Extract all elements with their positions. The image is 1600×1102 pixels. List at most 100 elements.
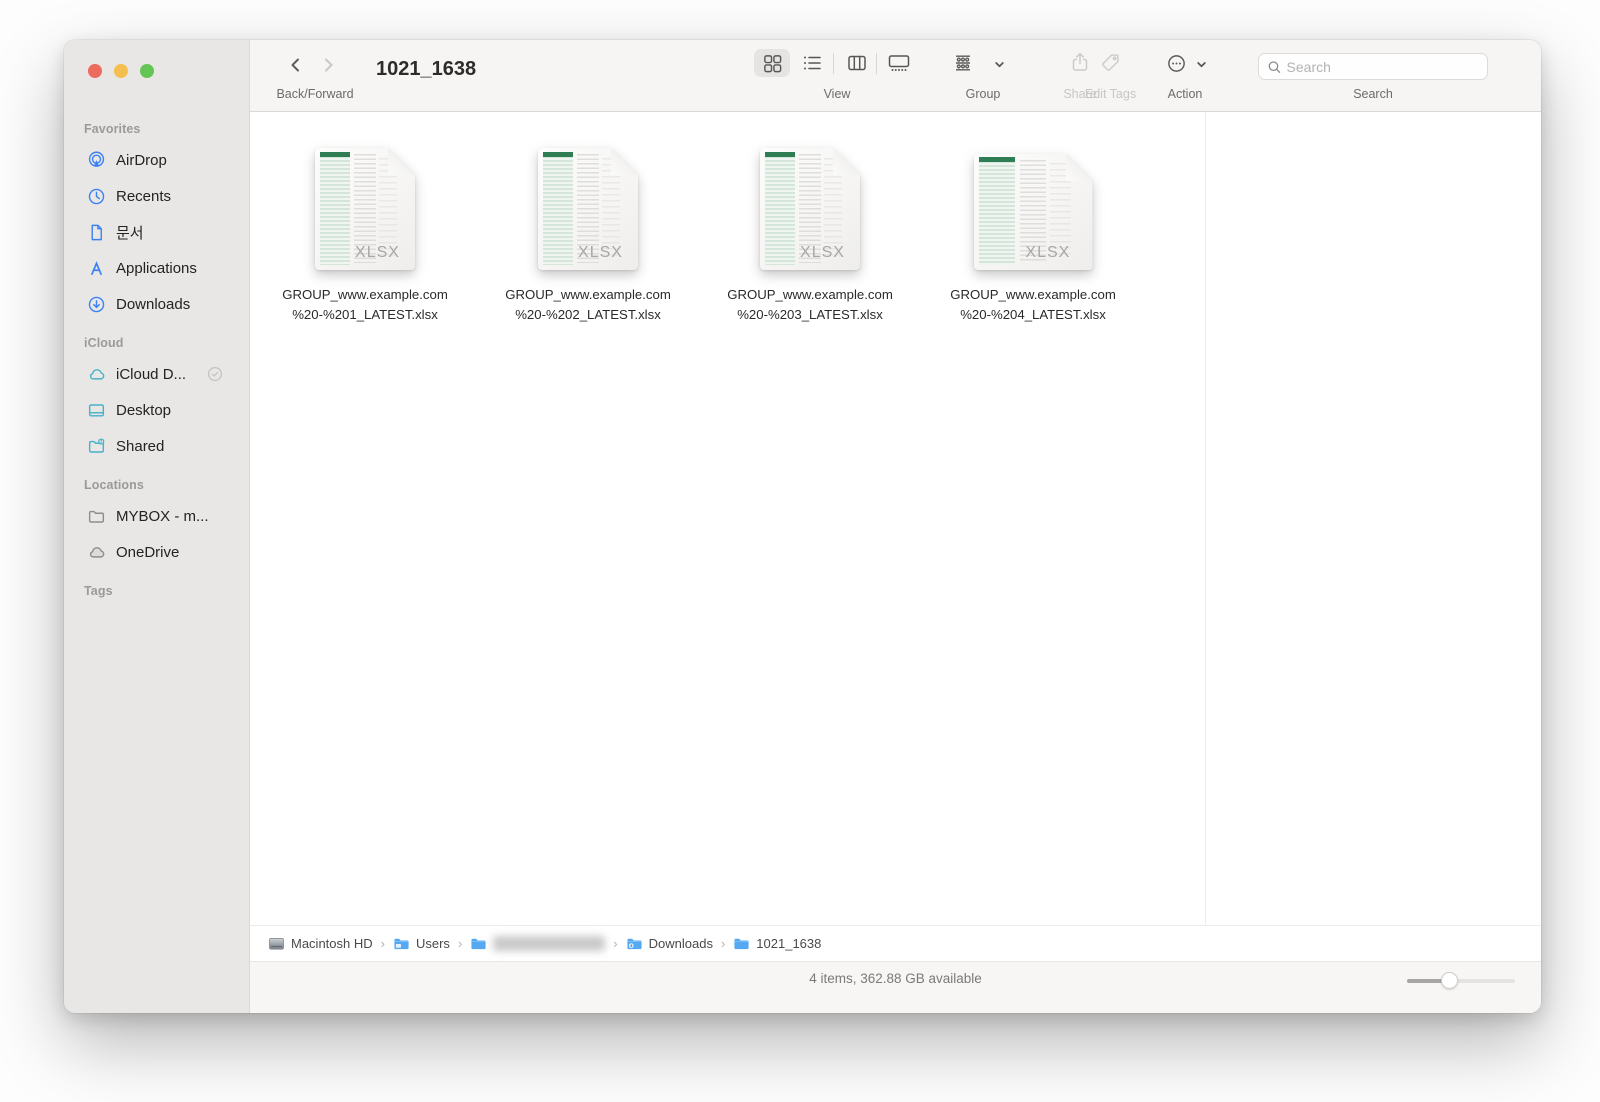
finder-window: Favorites AirDrop Recents (64, 40, 1541, 1013)
sidebar-section-locations: Locations (64, 464, 249, 498)
path-bar: Macintosh HD › Users › › (250, 925, 1541, 961)
document-icon (86, 222, 106, 242)
xlsx-file-icon: XLSX (760, 148, 860, 270)
zoom-button[interactable] (140, 64, 154, 78)
view-label: View (777, 87, 897, 101)
file-type-label: XLSX (566, 244, 635, 262)
page-fold (388, 148, 415, 175)
toolbar-divider (833, 53, 834, 74)
folder-icon (626, 935, 643, 952)
cloud-icon (86, 542, 106, 562)
page-fold (611, 148, 638, 175)
gallery-view-icon (886, 52, 912, 74)
path-separator: › (605, 936, 625, 951)
file-item[interactable]: XLSX GROUP_www.example.com%20-%201_LATES… (259, 143, 471, 324)
group-button[interactable] (951, 52, 975, 74)
ellipsis-circle-icon (1166, 53, 1187, 74)
pathbar-item-user-redacted[interactable] (470, 935, 605, 952)
action-label: Action (1135, 87, 1235, 101)
chevron-left-icon (285, 54, 307, 76)
share-button[interactable] (1069, 50, 1091, 74)
status-bar: 4 items, 362.88 GB available (250, 961, 1541, 1013)
action-chevron[interactable] (1194, 57, 1208, 71)
check-circle-icon (207, 366, 223, 382)
view-as-icons-button[interactable] (754, 49, 790, 77)
sidebar-item-downloads[interactable]: Downloads (64, 286, 249, 322)
sidebar-item-desktop[interactable]: Desktop (64, 392, 249, 428)
file-type-label: XLSX (788, 244, 857, 262)
pathbar-item-users[interactable]: Users (393, 935, 450, 952)
sidebar-item-shared[interactable]: Shared (64, 428, 249, 464)
group-label: Group (928, 87, 1038, 101)
icon-size-slider[interactable] (1407, 973, 1515, 989)
toolbar: Back/Forward 1021_1638 (250, 40, 1541, 112)
pathbar-item-macintosh-hd[interactable]: Macintosh HD (268, 935, 373, 952)
sidebar-item-icloud-drive[interactable]: iCloud D... (64, 356, 249, 392)
action-button[interactable] (1165, 52, 1187, 74)
sidebar-item-label: Recents (116, 188, 171, 205)
group-chevron[interactable] (992, 57, 1006, 71)
file-name: GROUP_www.example.com%20-%201_LATEST.xls… (259, 285, 471, 324)
file-name: GROUP_www.example.com%20-%204_LATEST.xls… (927, 285, 1139, 324)
tag-icon (1100, 52, 1121, 73)
path-separator: › (713, 936, 733, 951)
sidebar-item-label: iCloud D... (116, 366, 186, 383)
page-fold (833, 148, 860, 175)
sidebar-item-mybox[interactable]: MYBOX - m... (64, 498, 249, 534)
sidebar-item-label: MYBOX - m... (116, 508, 209, 525)
status-text: 4 items, 362.88 GB available (250, 971, 1541, 986)
back-button[interactable] (284, 52, 308, 78)
toolbar-divider (876, 53, 877, 74)
pathbar-item-current-folder[interactable]: 1021_1638 (733, 935, 821, 952)
chevron-right-icon (317, 54, 339, 76)
path-separator: › (373, 936, 393, 951)
close-button[interactable] (88, 64, 102, 78)
slider-thumb[interactable] (1441, 972, 1458, 989)
clock-icon (86, 186, 106, 206)
sidebar-item-onedrive[interactable]: OneDrive (64, 534, 249, 570)
file-name: GROUP_www.example.com%20-%202_LATEST.xls… (482, 285, 694, 324)
airdrop-icon (86, 150, 106, 170)
xlsx-file-icon: XLSX (538, 148, 638, 270)
forward-button[interactable] (316, 52, 340, 78)
folder-icon (86, 506, 106, 526)
back-forward-label: Back/Forward (250, 87, 380, 101)
file-item[interactable]: XLSX GROUP_www.example.com%20-%203_LATES… (704, 143, 916, 324)
sidebar-item-documents[interactable]: 문서 (64, 214, 249, 250)
edit-tags-button[interactable] (1099, 51, 1121, 73)
sidebar-item-label: Shared (116, 438, 164, 455)
file-item[interactable]: XLSX GROUP_www.example.com%20-%204_LATES… (927, 143, 1139, 324)
sidebar-item-applications[interactable]: Applications (64, 250, 249, 286)
search-field[interactable] (1258, 53, 1488, 80)
file-view[interactable]: XLSX GROUP_www.example.com%20-%201_LATES… (250, 112, 1541, 925)
sidebar-item-airdrop[interactable]: AirDrop (64, 142, 249, 178)
share-icon (1069, 51, 1091, 73)
file-type-label: XLSX (343, 244, 412, 262)
file-item[interactable]: XLSX GROUP_www.example.com%20-%202_LATES… (482, 143, 694, 324)
view-as-list-button[interactable] (801, 52, 823, 74)
columns-view-icon (846, 52, 868, 74)
search-icon (1267, 59, 1282, 75)
hard-drive-icon (268, 935, 285, 952)
view-as-columns-button[interactable] (846, 52, 868, 74)
sidebar-section-icloud: iCloud (64, 322, 249, 356)
path-separator: › (450, 936, 470, 951)
window-title: 1021_1638 (376, 58, 476, 81)
sidebar-item-recents[interactable]: Recents (64, 178, 249, 214)
pane-divider (1205, 112, 1206, 925)
chevron-down-icon (1195, 58, 1208, 71)
sidebar-item-label: Desktop (116, 402, 171, 419)
file-type-label: XLSX (1007, 244, 1089, 262)
minimize-button[interactable] (114, 64, 128, 78)
sidebar: Favorites AirDrop Recents (64, 40, 250, 1013)
sidebar-section-tags: Tags (64, 570, 249, 604)
sidebar-item-label: OneDrive (116, 544, 179, 561)
traffic-lights (88, 64, 154, 78)
view-as-gallery-button[interactable] (886, 52, 912, 74)
pathbar-item-downloads[interactable]: Downloads (626, 935, 713, 952)
folder-icon (393, 935, 410, 952)
shared-folder-icon (86, 436, 106, 456)
download-circle-icon (86, 294, 106, 314)
file-name: GROUP_www.example.com%20-%203_LATEST.xls… (704, 285, 916, 324)
search-input[interactable] (1287, 59, 1479, 75)
